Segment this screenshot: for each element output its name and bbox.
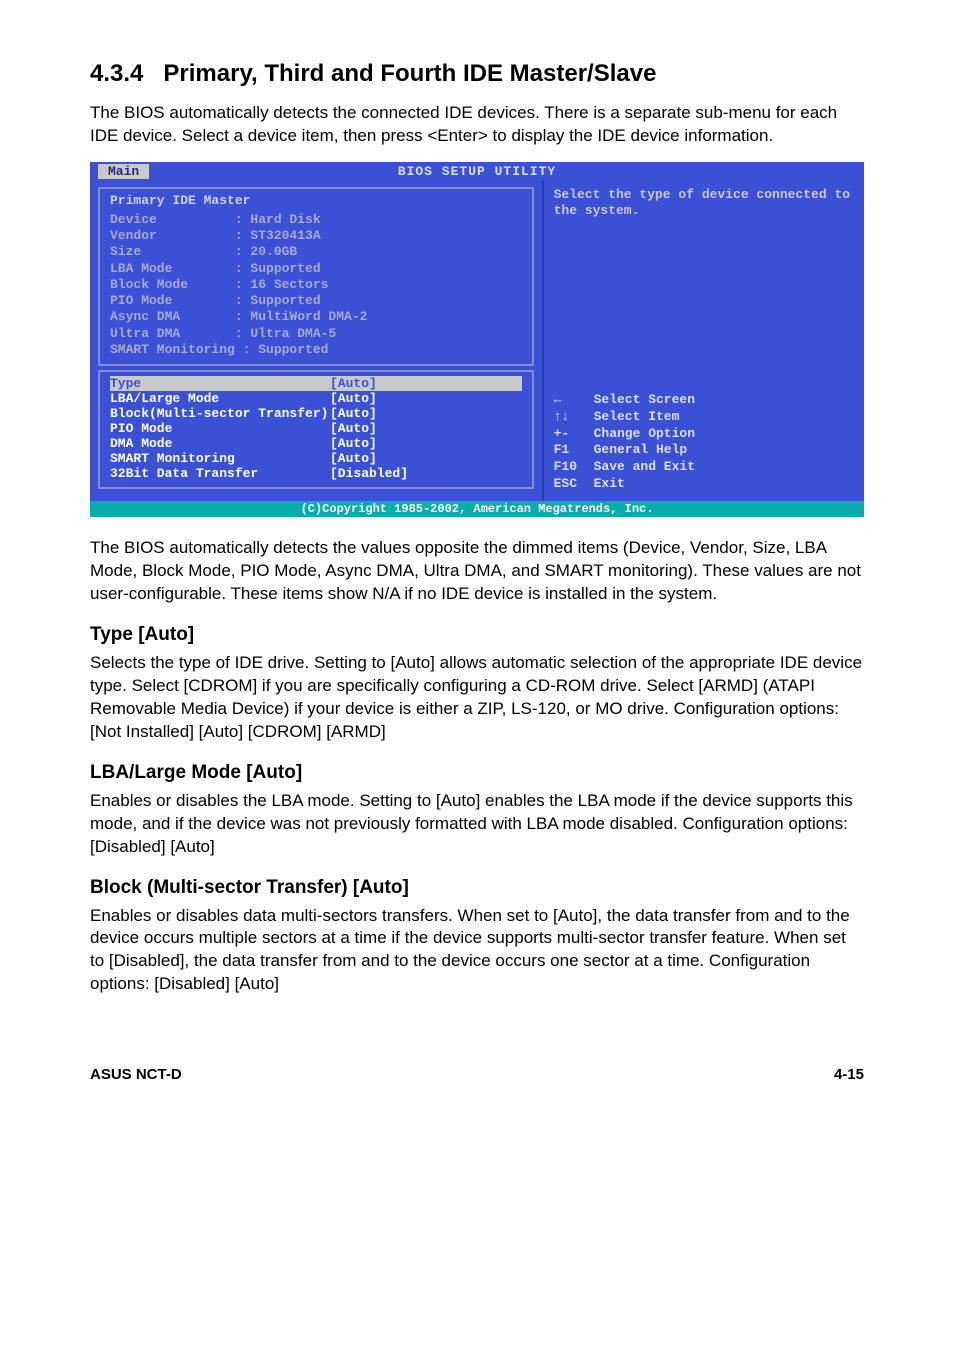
bios-key-desc: Select Screen xyxy=(594,392,695,409)
bios-key-desc: Save and Exit xyxy=(594,459,695,476)
bios-key-row: F10Save and Exit xyxy=(554,459,854,476)
bios-option-label: LBA/Large Mode xyxy=(110,391,330,406)
bios-key-desc: Change Option xyxy=(594,426,695,443)
bios-copyright: (C)Copyright 1985-2002, American Megatre… xyxy=(90,501,864,517)
bios-key-row: +-Change Option xyxy=(554,426,854,443)
section-number: 4.3.4 xyxy=(90,60,143,87)
bios-key: +- xyxy=(554,426,594,443)
bios-option-row[interactable]: Block(Multi-sector Transfer)[Auto] xyxy=(110,406,522,421)
bios-key-desc: Exit xyxy=(594,476,625,493)
bios-tab-main[interactable]: Main xyxy=(98,164,149,179)
bios-option-label: DMA Mode xyxy=(110,436,330,451)
bios-key: ← xyxy=(554,392,594,409)
intro-paragraph: The BIOS automatically detects the conne… xyxy=(90,102,864,148)
bios-option-row[interactable]: DMA Mode[Auto] xyxy=(110,436,522,451)
lba-body: Enables or disables the LBA mode. Settin… xyxy=(90,790,864,859)
bios-key: ESC xyxy=(554,476,594,493)
bios-option-value: [Auto] xyxy=(330,406,430,421)
bios-right-pane: Select the type of device connected to t… xyxy=(542,181,864,501)
bios-option-value: [Auto] xyxy=(330,391,430,406)
bios-option-row[interactable]: SMART Monitoring[Auto] xyxy=(110,451,522,466)
bios-key: F1 xyxy=(554,442,594,459)
bios-left-pane: Primary IDE Master Device : Hard Disk Ve… xyxy=(90,181,542,501)
bios-option-label: Block(Multi-sector Transfer) xyxy=(110,406,330,421)
bios-info-panel: Primary IDE Master Device : Hard Disk Ve… xyxy=(98,187,534,366)
bios-key-desc: General Help xyxy=(594,442,688,459)
type-heading: Type [Auto] xyxy=(90,624,864,646)
footer-left: ASUS NCT-D xyxy=(90,1066,182,1083)
bios-option-value: [Disabled] xyxy=(330,466,430,481)
bios-option-label: Type xyxy=(110,376,330,391)
bios-key-row: ESCExit xyxy=(554,476,854,493)
bios-key: F10 xyxy=(554,459,594,476)
bios-options-panel: Type[Auto]LBA/Large Mode[Auto]Block(Mult… xyxy=(98,370,534,489)
bios-title: BIOS SETUP UTILITY xyxy=(398,164,556,179)
bios-info-list: Device : Hard Disk Vendor : ST320413A Si… xyxy=(110,212,522,358)
bios-option-value: [Auto] xyxy=(330,376,430,391)
bios-key-row: F1General Help xyxy=(554,442,854,459)
after-bios-paragraph: The BIOS automatically detects the value… xyxy=(90,537,864,606)
bios-key-desc: Select Item xyxy=(594,409,680,426)
bios-option-value: [Auto] xyxy=(330,436,430,451)
section-heading: 4.3.4 Primary, Third and Fourth IDE Mast… xyxy=(90,60,864,88)
bios-header: Main BIOS SETUP UTILITY xyxy=(90,162,864,181)
bios-option-row[interactable]: Type[Auto] xyxy=(110,376,522,391)
bios-option-label: 32Bit Data Transfer xyxy=(110,466,330,481)
bios-option-row[interactable]: PIO Mode[Auto] xyxy=(110,421,522,436)
footer-right: 4-15 xyxy=(834,1066,864,1083)
block-heading: Block (Multi-sector Transfer) [Auto] xyxy=(90,877,864,899)
block-body: Enables or disables data multi-sectors t… xyxy=(90,905,864,997)
bios-key-row: ←Select Screen xyxy=(554,392,854,409)
bios-option-row[interactable]: 32Bit Data Transfer[Disabled] xyxy=(110,466,522,481)
bios-body: Primary IDE Master Device : Hard Disk Ve… xyxy=(90,181,864,501)
bios-option-value: [Auto] xyxy=(330,421,430,436)
bios-help-text: Select the type of device connected to t… xyxy=(554,187,854,220)
bios-key: ↑↓ xyxy=(554,409,594,426)
page-footer: ASUS NCT-D 4-15 xyxy=(90,1066,864,1083)
bios-option-label: PIO Mode xyxy=(110,421,330,436)
bios-option-label: SMART Monitoring xyxy=(110,451,330,466)
bios-option-row[interactable]: LBA/Large Mode[Auto] xyxy=(110,391,522,406)
type-body: Selects the type of IDE drive. Setting t… xyxy=(90,652,864,744)
bios-key-legend: ←Select Screen↑↓Select Item+-Change Opti… xyxy=(554,392,854,493)
bios-panel-title: Primary IDE Master xyxy=(110,193,522,208)
bios-screenshot: Main BIOS SETUP UTILITY Primary IDE Mast… xyxy=(90,162,864,517)
bios-key-row: ↑↓Select Item xyxy=(554,409,854,426)
bios-option-value: [Auto] xyxy=(330,451,430,466)
lba-heading: LBA/Large Mode [Auto] xyxy=(90,762,864,784)
section-title: Primary, Third and Fourth IDE Master/Sla… xyxy=(163,60,656,87)
